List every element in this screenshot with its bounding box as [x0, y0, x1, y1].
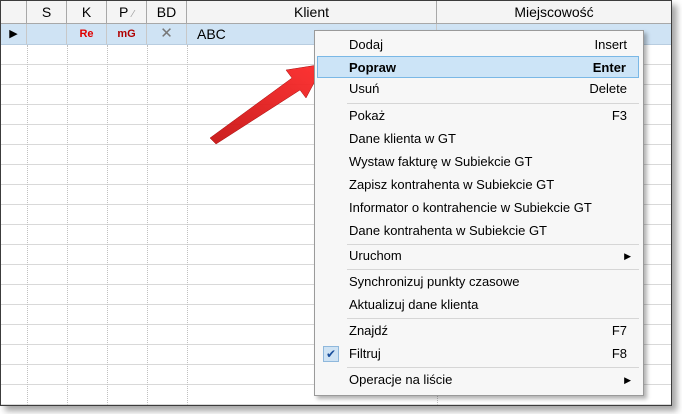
menu-item-pokaz[interactable]: Pokaż F3 [317, 105, 639, 127]
menu-separator [347, 269, 639, 270]
column-header-s[interactable]: S [27, 1, 67, 23]
menu-separator [347, 367, 639, 368]
column-header-k-label: K [81, 4, 92, 20]
menu-item-synchronizuj[interactable]: Synchronizuj punkty czasowe [317, 271, 639, 293]
row-indicator-icon: ▶ [1, 24, 27, 44]
menu-item-zapisz-kontrahenta[interactable]: Zapisz kontrahenta w Subiekcie GT [317, 174, 639, 196]
menu-item-popraw-label: Popraw [349, 60, 396, 75]
row-cell-k[interactable]: Re [67, 24, 107, 44]
menu-separator [347, 318, 639, 319]
menu-item-filtruj-label: Filtruj [349, 346, 381, 361]
menu-item-dane-klienta-gt[interactable]: Dane klienta w GT [317, 128, 639, 150]
menu-item-popraw-shortcut: Enter [592, 60, 626, 75]
menu-item-aktualizuj-label: Aktualizuj dane klienta [349, 297, 479, 312]
menu-item-znajdz-label: Znajdź [349, 323, 389, 338]
menu-item-dodaj-label: Dodaj [349, 37, 383, 52]
menu-item-filtruj-shortcut: F8 [611, 346, 627, 361]
annotation-arrow-icon [209, 63, 325, 145]
menu-item-znajdz-shortcut: F7 [611, 323, 627, 338]
grid-column-line [27, 45, 28, 405]
menu-item-dodaj-shortcut: Insert [594, 37, 627, 52]
context-menu: Dodaj Insert Popraw Enter Usuń Delete Po… [314, 30, 644, 396]
column-header-miejscowosc-label: Miejscowość [514, 4, 594, 20]
menu-separator [347, 103, 639, 104]
menu-item-aktualizuj[interactable]: Aktualizuj dane klienta [317, 294, 639, 316]
menu-item-operacje[interactable]: Operacje na liście ▶ [317, 369, 639, 391]
menu-item-uruchom[interactable]: Uruchom ▶ [317, 245, 639, 267]
menu-item-wystaw-fakture[interactable]: Wystaw fakturę w Subiekcie GT [317, 151, 639, 173]
grid-header: S K P ⁄ BD Klient Miejscowość [1, 1, 671, 24]
grid-column-line [67, 45, 68, 405]
menu-item-pokaz-label: Pokaż [349, 108, 386, 123]
menu-item-zapisz-kontrahenta-label: Zapisz kontrahenta w Subiekcie GT [349, 177, 555, 192]
column-header-klient[interactable]: Klient [187, 1, 437, 23]
column-header-k[interactable]: K [67, 1, 107, 23]
row-cell-p[interactable]: mG [107, 24, 147, 44]
grid-column-line [187, 45, 188, 405]
menu-item-wystaw-fakture-label: Wystaw fakturę w Subiekcie GT [349, 154, 533, 169]
column-header-klient-label: Klient [293, 4, 330, 20]
menu-item-uruchom-label: Uruchom [349, 248, 402, 263]
menu-item-dodaj[interactable]: Dodaj Insert [317, 34, 639, 56]
column-header-p[interactable]: P ⁄ [107, 1, 147, 23]
column-header-p-label: P [118, 4, 129, 20]
menu-item-informator[interactable]: Informator o kontrahencie w Subiekcie GT [317, 197, 639, 219]
menu-item-usun-shortcut: Delete [589, 81, 627, 96]
header-indicator [1, 1, 27, 23]
menu-item-dane-kontrahenta[interactable]: Dane kontrahenta w Subiekcie GT [317, 220, 639, 242]
check-mark-icon: ✔ [323, 346, 339, 362]
menu-item-dane-kontrahenta-label: Dane kontrahenta w Subiekcie GT [349, 223, 547, 238]
menu-item-filtruj[interactable]: ✔ Filtruj F8 [317, 343, 639, 365]
menu-item-pokaz-shortcut: F3 [611, 108, 627, 123]
sort-indicator-icon: ⁄ [132, 9, 134, 20]
menu-item-popraw[interactable]: Popraw Enter [317, 56, 639, 78]
grid-column-line [147, 45, 148, 405]
menu-item-operacje-label: Operacje na liście [349, 372, 453, 387]
menu-item-informator-label: Informator o kontrahencie w Subiekcie GT [349, 200, 592, 215]
menu-item-dane-klienta-gt-label: Dane klienta w GT [349, 131, 456, 146]
column-header-miejscowosc[interactable]: Miejscowość [437, 1, 671, 23]
menu-item-synchronizuj-label: Synchronizuj punkty czasowe [349, 274, 520, 289]
menu-item-usun[interactable]: Usuń Delete [317, 78, 639, 100]
submenu-arrow-icon: ▶ [624, 251, 631, 261]
row-cell-bd-x-icon[interactable]: ✕ [147, 24, 187, 44]
row-cell-s[interactable] [27, 24, 67, 44]
grid-column-line [107, 45, 108, 405]
column-header-bd[interactable]: BD [147, 1, 187, 23]
menu-item-usun-label: Usuń [349, 81, 380, 96]
submenu-arrow-icon: ▶ [624, 375, 631, 385]
column-header-s-label: S [41, 4, 52, 20]
menu-item-znajdz[interactable]: Znajdź F7 [317, 320, 639, 342]
column-header-bd-label: BD [156, 4, 177, 20]
